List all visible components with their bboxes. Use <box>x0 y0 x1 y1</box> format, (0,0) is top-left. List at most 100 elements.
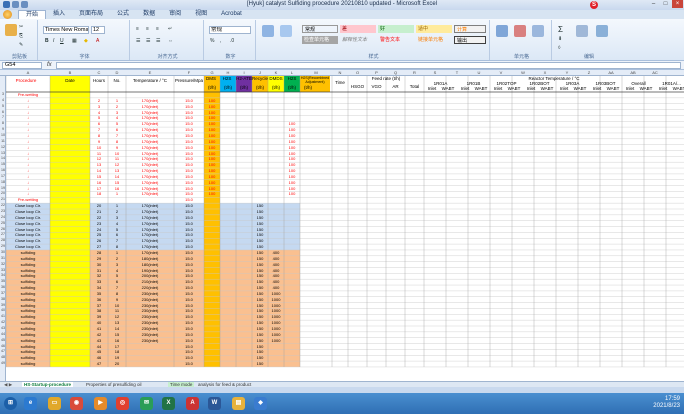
ie-icon[interactable]: e <box>24 397 37 410</box>
temperature-cell <box>126 361 174 367</box>
maximize-button[interactable]: □ <box>660 0 671 8</box>
style-warning[interactable]: 警告文本 <box>378 36 414 44</box>
group-number: 常规 % , .0 数字 <box>206 20 256 60</box>
italic-icon[interactable]: I <box>53 38 54 44</box>
tab-insert[interactable]: 插入 <box>46 10 72 19</box>
spreadsheet-grid[interactable]: Procedure Date Hours No. Temperature / °… <box>6 76 684 381</box>
chrome-icon[interactable]: ◉ <box>70 397 83 410</box>
header-inlet-4: Inlet <box>559 86 569 91</box>
align-left-icon[interactable]: ☰ <box>136 38 140 44</box>
group-styles: 常规 差 好 适中 计算 检查单元格 解释性文本 警告文本 链接单元格 输出 样… <box>258 20 490 60</box>
font-size-select[interactable]: 12 <box>91 26 105 34</box>
group-clipboard: ✂ ⎘ ✎ 剪贴板 <box>2 20 38 60</box>
pdf-icon[interactable]: A <box>186 397 199 410</box>
percent-icon[interactable]: % <box>210 38 214 44</box>
style-calculation[interactable]: 计算 <box>454 25 486 33</box>
header-inlet-3: Inlet <box>526 86 536 91</box>
header-inlet-5: Inlet <box>592 86 602 91</box>
sort-filter-icon[interactable] <box>576 25 588 37</box>
delete-cells-icon[interactable] <box>514 25 526 37</box>
paste-icon[interactable] <box>5 24 17 36</box>
find-select-icon[interactable] <box>596 25 608 37</box>
comma-icon[interactable]: , <box>220 38 221 44</box>
wechat-icon[interactable]: ✉ <box>140 397 153 410</box>
style-normal[interactable]: 常规 <box>302 25 338 33</box>
formula-input[interactable] <box>56 62 681 69</box>
decimal-icon[interactable]: .0 <box>230 38 234 44</box>
header-wabt-3: WABT <box>540 86 554 91</box>
word-icon[interactable]: W <box>208 397 221 410</box>
tab-home[interactable]: 开始 <box>18 10 47 19</box>
hours-cell: 47 <box>96 361 102 367</box>
align-top-icon[interactable]: ≡ <box>136 26 139 32</box>
folder-icon[interactable]: ▭ <box>48 397 61 410</box>
tab-data[interactable]: 数据 <box>136 10 162 19</box>
name-box[interactable]: G54 <box>2 62 42 69</box>
align-right-icon[interactable]: ☰ <box>156 38 160 44</box>
style-check-cell[interactable]: 检查单元格 <box>302 36 338 44</box>
minimize-button[interactable]: – <box>648 0 659 8</box>
align-bottom-icon[interactable]: ≡ <box>156 26 159 32</box>
merge-center-icon[interactable]: ⇔ <box>168 38 173 44</box>
header-time: Time <box>335 80 345 85</box>
wrap-text-icon[interactable]: ↵ <box>168 26 172 32</box>
group-editing: Σ ⬇ ◊ 编辑 <box>554 20 624 60</box>
style-neutral[interactable]: 适中 <box>416 25 452 33</box>
clear-icon[interactable]: ◊ <box>558 45 560 51</box>
procedure-cell: sulfiding <box>20 361 36 367</box>
style-good[interactable]: 好 <box>378 25 414 33</box>
group-label-cells: 单元格 <box>513 54 529 60</box>
fill-color-icon[interactable]: ◆ <box>84 38 88 44</box>
browser-icon[interactable]: ◎ <box>116 397 129 410</box>
font-name-select[interactable]: Times New Roman <box>43 26 89 34</box>
header-wabt-7: WABT <box>672 86 684 91</box>
copy-icon[interactable]: ⎘ <box>19 33 23 39</box>
header-inlet-0: Inlet <box>427 86 437 91</box>
sogou-icon[interactable]: S <box>590 1 598 9</box>
window-controls: – □ × <box>648 0 683 8</box>
cut-icon[interactable]: ✂ <box>19 24 23 30</box>
formula-bar: G54 fx <box>0 61 684 70</box>
system-clock[interactable]: 17:59 2021/8/23 <box>653 396 680 410</box>
tab-view[interactable]: 视图 <box>188 10 214 19</box>
underline-icon[interactable]: U <box>60 38 64 44</box>
explorer-icon[interactable]: ▤ <box>232 397 245 410</box>
start-icon[interactable]: ⊞ <box>4 397 17 410</box>
close-button[interactable]: × <box>672 0 683 8</box>
format-cells-icon[interactable] <box>532 25 544 37</box>
bold-icon[interactable]: B <box>45 38 49 44</box>
header-unit-1: (t/h) <box>223 85 232 90</box>
conditional-format-icon[interactable] <box>262 25 274 37</box>
style-output[interactable]: 输出 <box>454 36 486 44</box>
group-label-styles: 样式 <box>368 54 379 60</box>
align-center-icon[interactable]: ☰ <box>146 38 150 44</box>
fill-icon[interactable]: ⬇ <box>558 36 562 42</box>
style-linked-cell[interactable]: 链接单元格 <box>416 36 452 44</box>
tab-acrobat[interactable]: Acrobat <box>214 10 249 19</box>
media-icon[interactable]: ▶ <box>94 397 107 410</box>
font-color-icon[interactable]: A <box>96 38 99 44</box>
fx-icon[interactable]: fx <box>47 62 52 68</box>
office-button[interactable] <box>3 10 12 19</box>
insert-cells-icon[interactable] <box>496 25 508 37</box>
header-no: No. <box>113 78 121 83</box>
app-icon[interactable]: ◆ <box>254 397 267 410</box>
tab-formulas[interactable]: 公式 <box>110 10 136 19</box>
border-icon[interactable]: ▦ <box>72 38 77 44</box>
autosum-icon[interactable]: Σ <box>558 25 563 34</box>
align-middle-icon[interactable]: ≡ <box>146 26 149 32</box>
header-wabt-2: WABT <box>507 86 521 91</box>
header-feed-rate: Feed rate (t/h) <box>371 76 401 81</box>
group-font: Times New Roman 12 B I U ▦ ◆ A 字体 <box>40 20 130 60</box>
header-wabt-5: WABT <box>606 86 620 91</box>
table-format-icon[interactable] <box>280 25 292 37</box>
number-format-select[interactable]: 常规 <box>209 26 251 34</box>
style-explanatory[interactable]: 解释性文本 <box>340 36 376 44</box>
format-painter-icon[interactable]: ✎ <box>19 42 23 48</box>
header-wabt-6: WABT <box>639 86 653 91</box>
excel-icon[interactable]: X <box>162 397 175 410</box>
header-unit-5: (t/h) <box>287 85 296 90</box>
tab-page-layout[interactable]: 页面布局 <box>72 10 110 19</box>
style-bad[interactable]: 差 <box>340 25 376 33</box>
tab-review[interactable]: 审阅 <box>162 10 188 19</box>
